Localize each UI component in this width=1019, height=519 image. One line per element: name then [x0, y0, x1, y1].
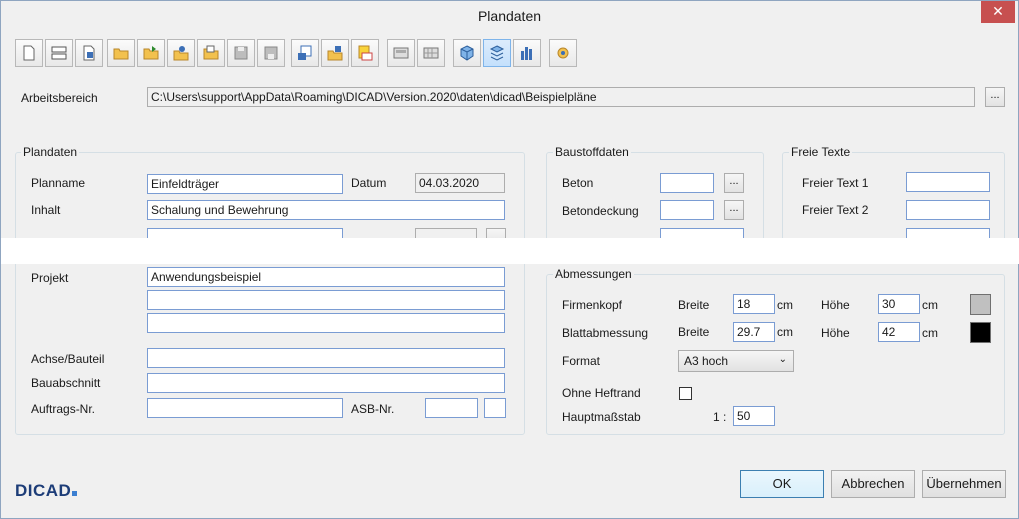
arbeitsbereich-path: C:\Users\support\AppData\Roaming\DICAD\V…: [147, 87, 975, 107]
dicad-logo: DICAD: [15, 481, 78, 501]
bauabschnitt-field[interactable]: [147, 373, 505, 393]
betondeckung-label: Betondeckung: [562, 204, 639, 218]
freier-text-2-label: Freier Text 2: [802, 203, 869, 217]
dicad-logo-text: DICAD: [15, 481, 72, 500]
betondeckung-browse-button[interactable]: ...: [724, 200, 744, 220]
export-icon[interactable]: [291, 39, 319, 67]
format-select-value: A3 hoch: [684, 354, 729, 368]
projekt-field-1[interactable]: Anwendungsbeispiel: [147, 267, 505, 287]
document-icon[interactable]: [75, 39, 103, 67]
freier-text-1-label: Freier Text 1: [802, 176, 869, 190]
chart-icon[interactable]: [513, 39, 541, 67]
heftrand-checkbox[interactable]: [679, 387, 692, 400]
freier-text-1-field[interactable]: [906, 172, 990, 192]
baustoffdaten-group-title: Baustoffdaten: [553, 145, 631, 159]
blatt-breite-label: Breite: [678, 325, 710, 339]
projekt-label: Projekt: [31, 271, 69, 285]
new-icon[interactable]: [15, 39, 43, 67]
massstab-prefix: 1 :: [713, 410, 727, 424]
firmenkopf-color-swatch[interactable]: [970, 294, 991, 315]
plandaten-dialog: Plandaten ✕ Arbeitsbereich C:\Users\supp…: [0, 0, 1019, 519]
title-bar: Plandaten ✕: [1, 1, 1018, 31]
freier-text-2-field[interactable]: [906, 200, 990, 220]
firmenkopf-breite-unit: cm: [777, 298, 793, 312]
betondeckung-field[interactable]: [660, 200, 714, 220]
projekt-field-3[interactable]: [147, 313, 505, 333]
bauabschnitt-label: Bauabschnitt: [31, 376, 101, 390]
cube-icon[interactable]: [453, 39, 481, 67]
beton-browse-button[interactable]: ...: [724, 173, 744, 193]
uebernehmen-button[interactable]: Übernehmen: [922, 470, 1006, 498]
firmenkopf-breite-label: Breite: [678, 298, 710, 312]
sheet-grid-icon[interactable]: [417, 39, 445, 67]
achse-label: Achse/Bauteil: [31, 352, 105, 366]
chevron-down-icon: ⌄: [778, 354, 787, 365]
blatt-breite-unit: cm: [777, 325, 793, 339]
firmenkopf-label: Firmenkopf: [562, 298, 623, 312]
heftrand-label: Ohne Heftrand: [562, 386, 641, 400]
asb-label: ASB-Nr.: [351, 402, 395, 416]
folder-user-icon[interactable]: [167, 39, 195, 67]
blatt-hoehe-field[interactable]: 42: [878, 322, 920, 342]
planname-label: Planname: [31, 176, 86, 190]
import-folder-icon[interactable]: [321, 39, 349, 67]
arbeitsbereich-browse-button[interactable]: ...: [985, 87, 1005, 107]
blattabmessung-label: Blattabmessung: [562, 326, 649, 340]
image-gap-band: [1, 238, 1019, 264]
datum-field: 04.03.2020: [415, 173, 505, 193]
asb-field-1[interactable]: [425, 398, 478, 418]
firmenkopf-breite-field[interactable]: 18: [733, 294, 775, 314]
format-label: Format: [562, 354, 601, 368]
layout-icon[interactable]: [45, 39, 73, 67]
firmenkopf-hoehe-unit: cm: [922, 298, 938, 312]
auftrags-label: Auftrags-Nr.: [31, 402, 96, 416]
blatt-hoehe-label: Höhe: [821, 326, 850, 340]
folder-copy-icon[interactable]: [197, 39, 225, 67]
close-button[interactable]: ✕: [981, 1, 1015, 23]
cube-layers-icon[interactable]: [483, 39, 511, 67]
freie-texte-group-title: Freie Texte: [789, 145, 853, 159]
firmenkopf-hoehe-field[interactable]: 30: [878, 294, 920, 314]
firmenkopf-hoehe-label: Höhe: [821, 298, 850, 312]
sheet-icon[interactable]: [387, 39, 415, 67]
massstab-field[interactable]: 50: [733, 406, 775, 426]
save-all-icon[interactable]: [257, 39, 285, 67]
projekt-field-2[interactable]: [147, 290, 505, 310]
planname-field[interactable]: Einfeldträger: [147, 174, 343, 194]
logo-dot-icon: [72, 491, 78, 496]
blatt-breite-field[interactable]: 29.7: [733, 322, 775, 342]
settings-icon[interactable]: [549, 39, 577, 67]
ok-button[interactable]: OK: [740, 470, 824, 498]
abbrechen-button[interactable]: Abbrechen: [831, 470, 915, 498]
auftrags-field[interactable]: [147, 398, 343, 418]
arbeitsbereich-label: Arbeitsbereich: [21, 91, 98, 105]
plot-icon[interactable]: [351, 39, 379, 67]
datum-label: Datum: [351, 176, 387, 190]
beton-field[interactable]: [660, 173, 714, 193]
beton-label: Beton: [562, 176, 594, 190]
inhalt-field[interactable]: Schalung und Bewehrung: [147, 200, 505, 220]
plandaten-group-title: Plandaten: [21, 145, 80, 159]
window-title: Plandaten: [477, 8, 542, 24]
asb-field-2[interactable]: [484, 398, 506, 418]
format-select[interactable]: A3 hoch ⌄: [678, 350, 794, 372]
save-icon[interactable]: [227, 39, 255, 67]
inhalt-label: Inhalt: [31, 203, 61, 217]
blatt-color-swatch[interactable]: [970, 322, 991, 343]
achse-field[interactable]: [147, 348, 505, 368]
open-folder-arrow-icon[interactable]: [137, 39, 165, 67]
abmessungen-group-title: Abmessungen: [553, 267, 634, 281]
open-folder-icon[interactable]: [107, 39, 135, 67]
massstab-label: Hauptmaßstab: [562, 410, 641, 424]
blatt-hoehe-unit: cm: [922, 326, 938, 340]
